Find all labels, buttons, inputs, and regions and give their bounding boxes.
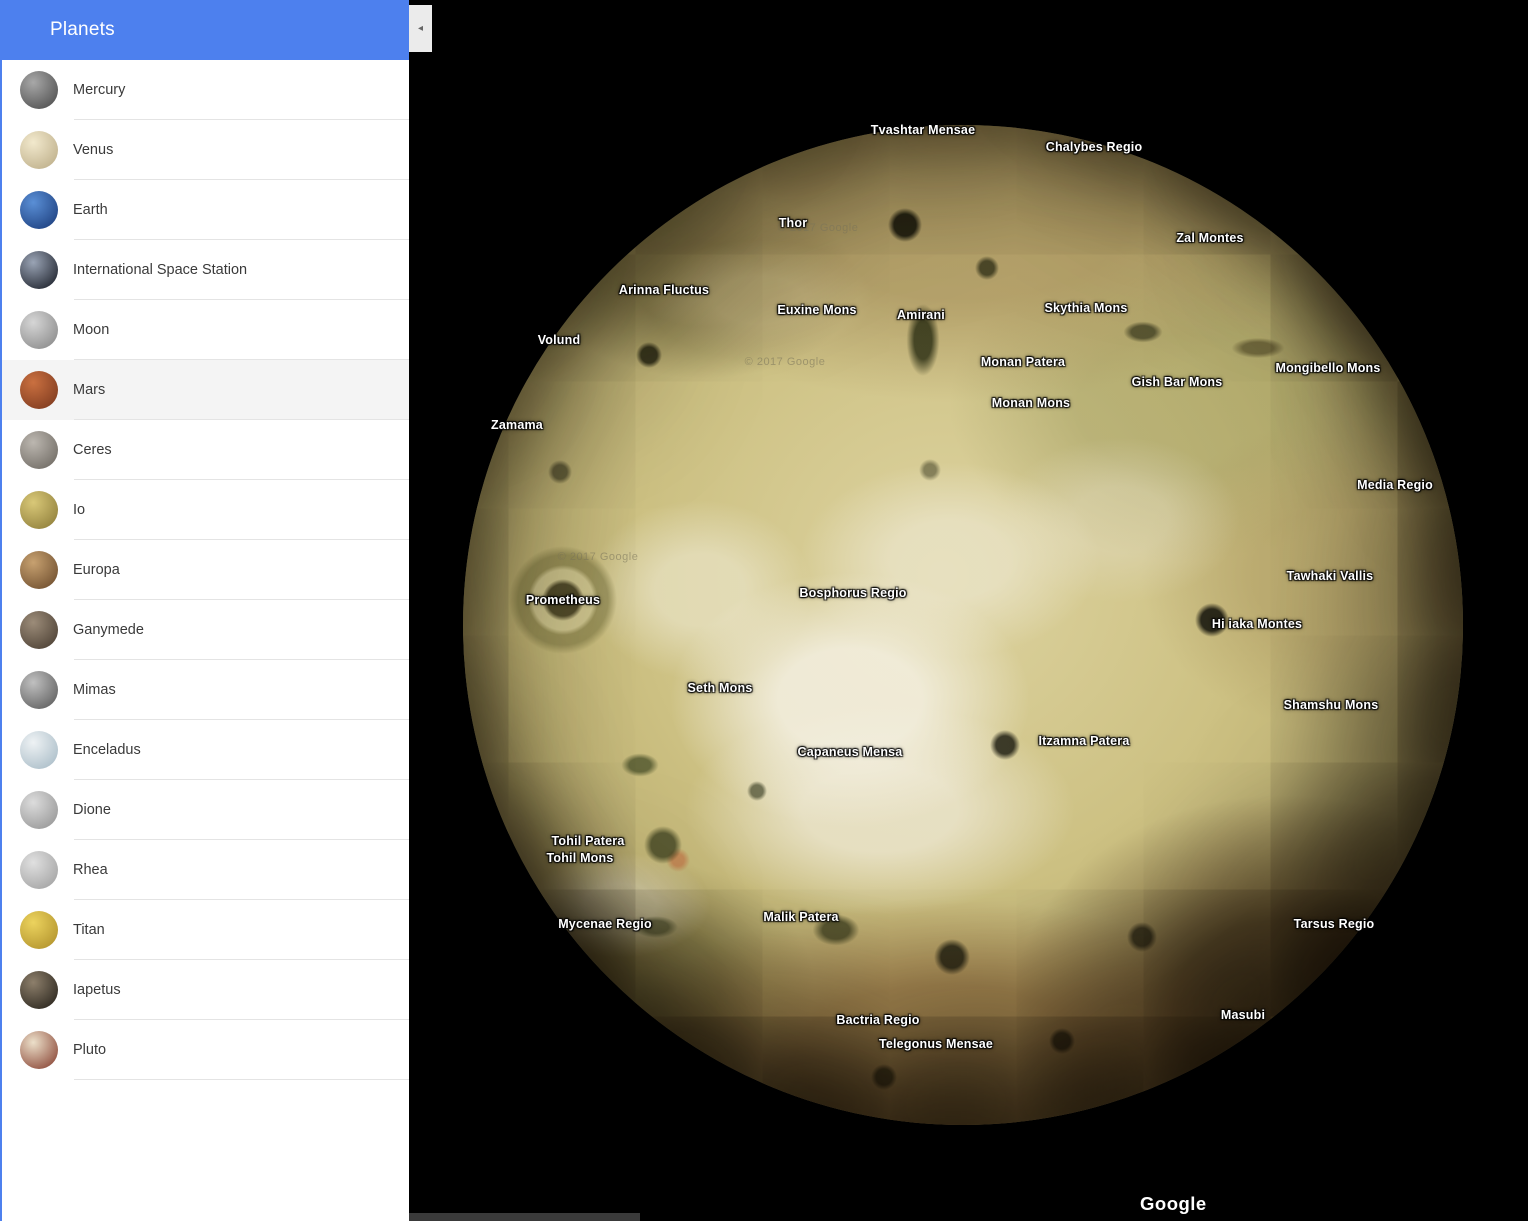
sidebar-item-label: Titan bbox=[73, 922, 105, 938]
sidebar-item-label: Dione bbox=[73, 802, 111, 818]
iapetus-thumbnail-icon bbox=[20, 971, 58, 1009]
venus-thumbnail-icon bbox=[20, 131, 58, 169]
pluto-thumbnail-icon bbox=[20, 1031, 58, 1069]
sidebar-item-label: Rhea bbox=[73, 862, 108, 878]
sidebar-item-label: International Space Station bbox=[73, 262, 247, 278]
sidebar-item-enceladus[interactable]: Enceladus bbox=[2, 720, 409, 780]
io-globe[interactable] bbox=[463, 125, 1463, 1125]
sidebar-item-ceres[interactable]: Ceres bbox=[2, 420, 409, 480]
mercury-thumbnail-icon bbox=[20, 71, 58, 109]
sidebar-item-venus[interactable]: Venus bbox=[2, 120, 409, 180]
sidebar-item-label: Europa bbox=[73, 562, 120, 578]
io-thumbnail-icon bbox=[20, 491, 58, 529]
sidebar-item-label: Venus bbox=[73, 142, 113, 158]
rhea-thumbnail-icon bbox=[20, 851, 58, 889]
moon-thumbnail-icon bbox=[20, 311, 58, 349]
sidebar-item-iapetus[interactable]: Iapetus bbox=[2, 960, 409, 1020]
app-window: © 2017 Google© 2017 Google© 2017 Google … bbox=[0, 0, 1528, 1221]
mars-thumbnail-icon bbox=[20, 371, 58, 409]
sidebar-item-dione[interactable]: Dione bbox=[2, 780, 409, 840]
sidebar-item-label: Iapetus bbox=[73, 982, 121, 998]
page-title: Planets bbox=[50, 19, 115, 41]
sidebar-header: Planets bbox=[0, 0, 409, 60]
ganymede-thumbnail-icon bbox=[20, 611, 58, 649]
international-space-station-thumbnail-icon bbox=[20, 251, 58, 289]
sidebar-item-label: Mars bbox=[73, 382, 105, 398]
sidebar-item-label: Ceres bbox=[73, 442, 112, 458]
enceladus-thumbnail-icon bbox=[20, 731, 58, 769]
sidebar-item-mimas[interactable]: Mimas bbox=[2, 660, 409, 720]
sidebar-item-mars[interactable]: Mars bbox=[2, 360, 409, 420]
sidebar-item-label: Earth bbox=[73, 202, 108, 218]
planet-map-canvas[interactable]: © 2017 Google© 2017 Google© 2017 Google … bbox=[409, 0, 1528, 1221]
chevron-left-icon: ◂ bbox=[418, 24, 423, 34]
sidebar-item-international-space-station[interactable]: International Space Station bbox=[2, 240, 409, 300]
sidebar-item-titan[interactable]: Titan bbox=[2, 900, 409, 960]
sidebar-item-label: Io bbox=[73, 502, 85, 518]
google-logo[interactable]: Google bbox=[1140, 1193, 1207, 1215]
sidebar-item-mercury[interactable]: Mercury bbox=[2, 60, 409, 120]
sidebar-item-earth[interactable]: Earth bbox=[2, 180, 409, 240]
sidebar-item-rhea[interactable]: Rhea bbox=[2, 840, 409, 900]
titan-thumbnail-icon bbox=[20, 911, 58, 949]
sidebar-item-label: Mimas bbox=[73, 682, 116, 698]
sidebar-item-europa[interactable]: Europa bbox=[2, 540, 409, 600]
sidebar-item-label: Mercury bbox=[73, 82, 125, 98]
dione-thumbnail-icon bbox=[20, 791, 58, 829]
sidebar-collapse-button[interactable]: ◂ bbox=[409, 5, 432, 52]
ceres-thumbnail-icon bbox=[20, 431, 58, 469]
sidebar-item-pluto[interactable]: Pluto bbox=[2, 1020, 409, 1080]
planet-list: Mercury Venus Earth International Space Sta… bbox=[0, 60, 409, 1221]
sidebar-item-label: Enceladus bbox=[73, 742, 141, 758]
sidebar-item-ganymede[interactable]: Ganymede bbox=[2, 600, 409, 660]
horizontal-scrollbar-thumb[interactable] bbox=[409, 1213, 640, 1221]
europa-thumbnail-icon bbox=[20, 551, 58, 589]
sidebar: Planets Mercury Venus Earth International S… bbox=[0, 0, 409, 1221]
earth-thumbnail-icon bbox=[20, 191, 58, 229]
sidebar-item-io[interactable]: Io bbox=[2, 480, 409, 540]
sidebar-item-moon[interactable]: Moon bbox=[2, 300, 409, 360]
mimas-thumbnail-icon bbox=[20, 671, 58, 709]
sidebar-item-label: Pluto bbox=[73, 1042, 106, 1058]
sidebar-item-label: Moon bbox=[73, 322, 109, 338]
sidebar-item-label: Ganymede bbox=[73, 622, 144, 638]
